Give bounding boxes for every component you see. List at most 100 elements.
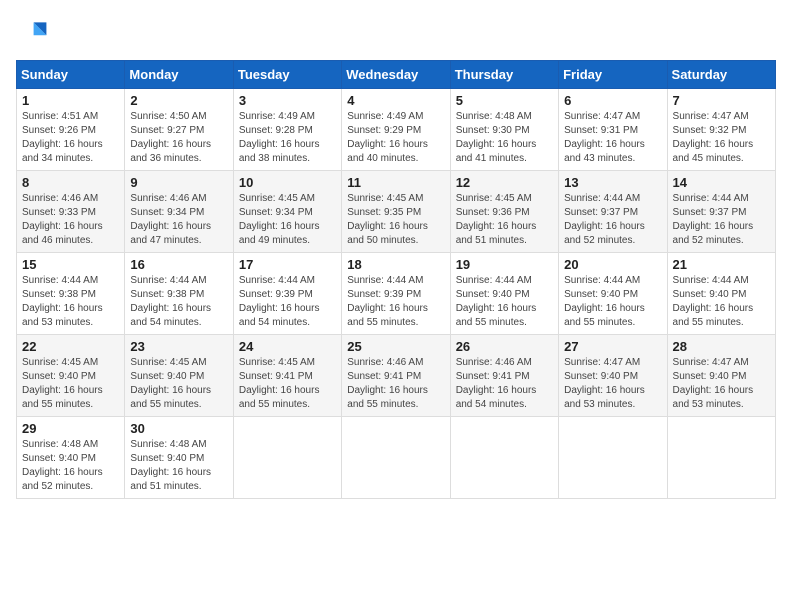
day-number: 9 (130, 175, 227, 190)
day-number: 8 (22, 175, 119, 190)
calendar-cell: 12 Sunrise: 4:45 AM Sunset: 9:36 PM Dayli… (450, 171, 558, 253)
calendar-header-row: SundayMondayTuesdayWednesdayThursdayFrid… (17, 61, 776, 89)
cell-content: Sunrise: 4:45 AM Sunset: 9:35 PM Dayligh… (347, 192, 444, 248)
day-number: 25 (347, 339, 444, 354)
calendar-week-4: 22 Sunrise: 4:45 AM Sunset: 9:40 PM Dayli… (17, 335, 776, 417)
cell-content: Sunrise: 4:44 AM Sunset: 9:37 PM Dayligh… (564, 192, 661, 248)
day-number: 28 (673, 339, 770, 354)
calendar-cell: 23Sunrise: 4:45 AM Sunset: 9:40 PM Dayli… (125, 335, 233, 417)
logo (16, 16, 52, 48)
cell-content: Sunrise: 4:45 AM Sunset: 9:40 PM Dayligh… (22, 356, 119, 412)
day-number: 17 (239, 257, 336, 272)
day-number: 26 (456, 339, 553, 354)
day-number: 20 (564, 257, 661, 272)
cell-content: Sunrise: 4:44 AM Sunset: 9:40 PM Dayligh… (456, 274, 553, 330)
cell-content: Sunrise: 4:46 AM Sunset: 9:33 PM Dayligh… (22, 192, 119, 248)
calendar-cell (450, 417, 558, 499)
day-header-thursday: Thursday (450, 61, 558, 89)
day-number: 7 (673, 93, 770, 108)
day-number: 4 (347, 93, 444, 108)
calendar-cell (233, 417, 341, 499)
calendar-cell: 26 Sunrise: 4:46 AM Sunset: 9:41 PM Dayli… (450, 335, 558, 417)
cell-content: Sunrise: 4:44 AM Sunset: 9:37 PM Dayligh… (673, 192, 770, 248)
calendar-cell: 22 Sunrise: 4:45 AM Sunset: 9:40 PM Dayli… (17, 335, 125, 417)
calendar-cell: 7 Sunrise: 4:47 AM Sunset: 9:32 PM Daylig… (667, 89, 775, 171)
page-header (16, 16, 776, 48)
calendar-cell: 24 Sunrise: 4:45 AM Sunset: 9:41 PM Dayli… (233, 335, 341, 417)
cell-content: Sunrise: 4:46 AM Sunset: 9:41 PM Dayligh… (456, 356, 553, 412)
cell-content: Sunrise: 4:49 AM Sunset: 9:28 PM Dayligh… (239, 110, 336, 166)
cell-content: Sunrise: 4:47 AM Sunset: 9:31 PM Dayligh… (564, 110, 661, 166)
calendar-cell: 2 Sunrise: 4:50 AM Sunset: 9:27 PM Daylig… (125, 89, 233, 171)
day-number: 12 (456, 175, 553, 190)
cell-content: Sunrise: 4:44 AM Sunset: 9:38 PM Dayligh… (130, 274, 227, 330)
cell-content: Sunrise: 4:45 AM Sunset: 9:36 PM Dayligh… (456, 192, 553, 248)
day-number: 1 (22, 93, 119, 108)
day-number: 27 (564, 339, 661, 354)
cell-content: Sunrise: 4:44 AM Sunset: 9:39 PM Dayligh… (239, 274, 336, 330)
calendar-cell: 9 Sunrise: 4:46 AM Sunset: 9:34 PM Daylig… (125, 171, 233, 253)
day-number: 2 (130, 93, 227, 108)
day-number: 16 (130, 257, 227, 272)
calendar-table: SundayMondayTuesdayWednesdayThursdayFrid… (16, 60, 776, 499)
day-number: 30 (130, 421, 227, 436)
day-number: 14 (673, 175, 770, 190)
calendar-cell: 10 Sunrise: 4:45 AM Sunset: 9:34 PM Dayli… (233, 171, 341, 253)
calendar-cell: 25Sunrise: 4:46 AM Sunset: 9:41 PM Dayli… (342, 335, 450, 417)
calendar-cell: 13 Sunrise: 4:44 AM Sunset: 9:37 PM Dayli… (559, 171, 667, 253)
cell-content: Sunrise: 4:44 AM Sunset: 9:38 PM Dayligh… (22, 274, 119, 330)
calendar-cell: 20Sunrise: 4:44 AM Sunset: 9:40 PM Dayli… (559, 253, 667, 335)
day-number: 24 (239, 339, 336, 354)
cell-content: Sunrise: 4:48 AM Sunset: 9:40 PM Dayligh… (130, 438, 227, 494)
calendar-cell: 17 Sunrise: 4:44 AM Sunset: 9:39 PM Dayli… (233, 253, 341, 335)
logo-icon (16, 16, 48, 48)
calendar-cell: 14 Sunrise: 4:44 AM Sunset: 9:37 PM Dayli… (667, 171, 775, 253)
day-number: 18 (347, 257, 444, 272)
calendar-cell: 4Sunrise: 4:49 AM Sunset: 9:29 PM Daylig… (342, 89, 450, 171)
calendar-week-1: 1 Sunrise: 4:51 AM Sunset: 9:26 PM Daylig… (17, 89, 776, 171)
day-header-saturday: Saturday (667, 61, 775, 89)
cell-content: Sunrise: 4:47 AM Sunset: 9:32 PM Dayligh… (673, 110, 770, 166)
calendar-cell (342, 417, 450, 499)
day-header-wednesday: Wednesday (342, 61, 450, 89)
day-header-tuesday: Tuesday (233, 61, 341, 89)
cell-content: Sunrise: 4:47 AM Sunset: 9:40 PM Dayligh… (564, 356, 661, 412)
day-number: 5 (456, 93, 553, 108)
calendar-cell (667, 417, 775, 499)
calendar-cell: 5 Sunrise: 4:48 AM Sunset: 9:30 PM Daylig… (450, 89, 558, 171)
calendar-cell (559, 417, 667, 499)
day-number: 29 (22, 421, 119, 436)
calendar-cell: 1 Sunrise: 4:51 AM Sunset: 9:26 PM Daylig… (17, 89, 125, 171)
day-number: 21 (673, 257, 770, 272)
cell-content: Sunrise: 4:48 AM Sunset: 9:30 PM Dayligh… (456, 110, 553, 166)
day-header-sunday: Sunday (17, 61, 125, 89)
calendar-cell: 8 Sunrise: 4:46 AM Sunset: 9:33 PM Daylig… (17, 171, 125, 253)
day-number: 3 (239, 93, 336, 108)
calendar-cell: 27 Sunrise: 4:47 AM Sunset: 9:40 PM Dayli… (559, 335, 667, 417)
cell-content: Sunrise: 4:44 AM Sunset: 9:40 PM Dayligh… (673, 274, 770, 330)
cell-content: Sunrise: 4:45 AM Sunset: 9:34 PM Dayligh… (239, 192, 336, 248)
calendar-cell: 28Sunrise: 4:47 AM Sunset: 9:40 PM Dayli… (667, 335, 775, 417)
calendar-cell: 21 Sunrise: 4:44 AM Sunset: 9:40 PM Dayli… (667, 253, 775, 335)
calendar-cell: 16 Sunrise: 4:44 AM Sunset: 9:38 PM Dayli… (125, 253, 233, 335)
day-header-monday: Monday (125, 61, 233, 89)
cell-content: Sunrise: 4:45 AM Sunset: 9:40 PM Dayligh… (130, 356, 227, 412)
cell-content: Sunrise: 4:50 AM Sunset: 9:27 PM Dayligh… (130, 110, 227, 166)
day-number: 10 (239, 175, 336, 190)
cell-content: Sunrise: 4:46 AM Sunset: 9:34 PM Dayligh… (130, 192, 227, 248)
cell-content: Sunrise: 4:51 AM Sunset: 9:26 PM Dayligh… (22, 110, 119, 166)
calendar-cell: 18Sunrise: 4:44 AM Sunset: 9:39 PM Dayli… (342, 253, 450, 335)
calendar-cell: 3 Sunrise: 4:49 AM Sunset: 9:28 PM Daylig… (233, 89, 341, 171)
calendar-cell: 6 Sunrise: 4:47 AM Sunset: 9:31 PM Daylig… (559, 89, 667, 171)
calendar-cell: 15 Sunrise: 4:44 AM Sunset: 9:38 PM Dayli… (17, 253, 125, 335)
day-number: 19 (456, 257, 553, 272)
calendar-cell: 11Sunrise: 4:45 AM Sunset: 9:35 PM Dayli… (342, 171, 450, 253)
calendar-cell: 19 Sunrise: 4:44 AM Sunset: 9:40 PM Dayli… (450, 253, 558, 335)
day-number: 13 (564, 175, 661, 190)
calendar-week-3: 15 Sunrise: 4:44 AM Sunset: 9:38 PM Dayli… (17, 253, 776, 335)
day-number: 15 (22, 257, 119, 272)
day-number: 6 (564, 93, 661, 108)
day-number: 22 (22, 339, 119, 354)
cell-content: Sunrise: 4:45 AM Sunset: 9:41 PM Dayligh… (239, 356, 336, 412)
calendar-cell: 30 Sunrise: 4:48 AM Sunset: 9:40 PM Dayli… (125, 417, 233, 499)
